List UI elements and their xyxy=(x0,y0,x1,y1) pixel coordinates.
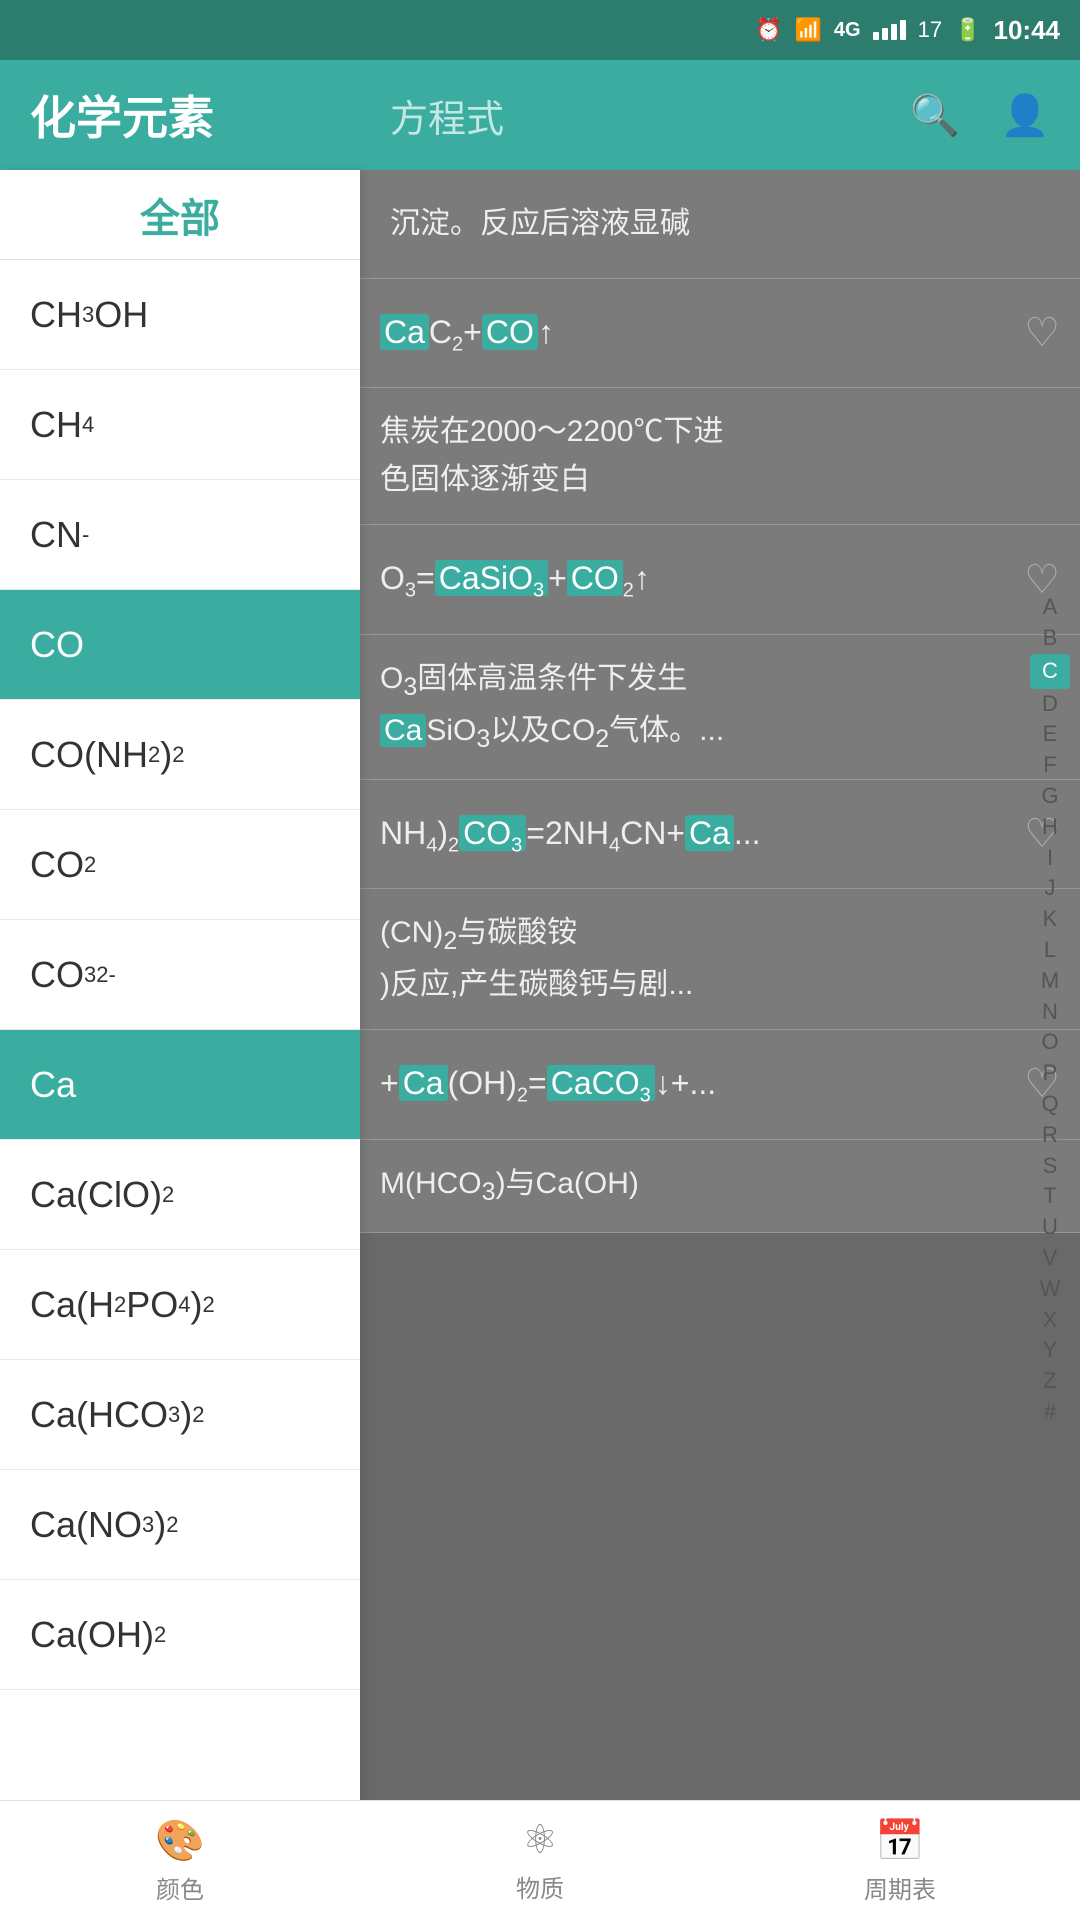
element-co[interactable]: CO xyxy=(0,590,360,700)
highlight-casio3: CaSiO3 xyxy=(435,560,548,596)
alpha-E[interactable]: E xyxy=(1030,719,1070,750)
content-card-3: 焦炭在2000～2200℃下进色固体逐渐变白 xyxy=(360,388,1080,525)
main-area: 全部 CH3OH CH4 CN- CO CO(NH2)2 CO2 CO3 xyxy=(0,170,1080,1850)
content-card-2: CaC2+CO↑ ♡ xyxy=(360,279,1080,388)
highlight-co: CO xyxy=(482,314,538,350)
alpha-P[interactable]: P xyxy=(1030,1058,1070,1089)
formula-2: CaC2+CO↑ xyxy=(380,304,1010,362)
element-ca-clo-2[interactable]: Ca(ClO)2 xyxy=(0,1140,360,1250)
alpha-H[interactable]: H xyxy=(1030,812,1070,843)
content-card-1: 沉淀。反应后溶液显碱 xyxy=(360,170,1080,279)
element-ca-oh-2[interactable]: Ca(OH)2 xyxy=(0,1580,360,1690)
status-time: 10:44 xyxy=(994,15,1061,46)
element-sidebar: 全部 CH3OH CH4 CN- CO CO(NH2)2 CO2 CO3 xyxy=(0,170,360,1850)
element-ca-h2po4-2[interactable]: Ca(H2PO4)2 xyxy=(0,1250,360,1360)
nav-periodic-label: 周期表 xyxy=(864,1870,936,1905)
alpha-O[interactable]: O xyxy=(1030,1027,1070,1058)
content-card-5: O3固体高温条件下发生CaSiO3以及CO2气体。... xyxy=(360,635,1080,780)
content-card-7: (CN)2与碳酸铵)反应,产生碳酸钙与剧... xyxy=(360,889,1080,1030)
formula-6: NH4)2CO3=2NH4CN+Ca... xyxy=(380,805,1010,863)
element-ca[interactable]: Ca xyxy=(0,1030,360,1140)
alpha-L[interactable]: L xyxy=(1030,935,1070,966)
element-ca-no3-2[interactable]: Ca(NO3)2 xyxy=(0,1470,360,1580)
card-text-9: M(HCO3)与Ca(OH) xyxy=(380,1160,1060,1212)
nav-color[interactable]: 🎨 颜色 xyxy=(0,1801,360,1920)
alpha-F[interactable]: F xyxy=(1030,750,1070,781)
element-list: CH3OH CH4 CN- CO CO(NH2)2 CO2 CO32- Ca xyxy=(0,260,360,1690)
content-card-8: +Ca(OH)2=CaCO3↓+... ♡ xyxy=(360,1030,1080,1139)
alpha-hash[interactable]: # xyxy=(1030,1397,1070,1428)
element-ca-hco3-2[interactable]: Ca(HCO3)2 xyxy=(0,1360,360,1470)
alpha-Q[interactable]: Q xyxy=(1030,1089,1070,1120)
alpha-K[interactable]: K xyxy=(1030,904,1070,935)
app-title: 化学元素 xyxy=(30,82,390,148)
header: 化学元素 方程式 🔍 👤 xyxy=(0,60,1080,170)
alpha-M[interactable]: M xyxy=(1030,966,1070,997)
element-co3-2-[interactable]: CO32- xyxy=(0,920,360,1030)
element-cn-[interactable]: CN- xyxy=(0,480,360,590)
highlight-co3: CO3 xyxy=(459,815,526,851)
right-content: 沉淀。反应后溶液显碱 CaC2+CO↑ ♡ 焦炭在2000～2200℃下进色固体… xyxy=(360,170,1080,1850)
status-bar: ⏰ 📶 4G 17 🔋 10:44 xyxy=(0,0,1080,60)
alpha-R[interactable]: R xyxy=(1030,1120,1070,1151)
battery-icon: 🔋 xyxy=(954,17,981,43)
alpha-Z[interactable]: Z xyxy=(1030,1366,1070,1397)
content-card-6: NH4)2CO3=2NH4CN+Ca... ♡ xyxy=(360,780,1080,889)
card-text-3: 焦炭在2000～2200℃下进色固体逐渐变白 xyxy=(380,408,1060,504)
content-card-4: O3=CaSiO3+CO2↑ ♡ xyxy=(360,525,1080,634)
alpha-C[interactable]: C xyxy=(1030,654,1070,689)
alpha-Y[interactable]: Y xyxy=(1030,1335,1070,1366)
wifi-icon: 📶 xyxy=(795,17,822,43)
atom-icon: ⚛ xyxy=(522,1817,558,1863)
bottom-navigation: 🎨 颜色 ⚛ 物质 📅 周期表 xyxy=(0,1800,1080,1920)
element-co2[interactable]: CO2 xyxy=(0,810,360,920)
highlight-ca-2: Ca xyxy=(685,815,734,851)
header-subtitle: 方程式 xyxy=(390,88,910,143)
card-text-1: 沉淀。反应后溶液显碱 xyxy=(390,200,1050,248)
alpha-G[interactable]: G xyxy=(1030,781,1070,812)
content-card-9: M(HCO3)与Ca(OH) xyxy=(360,1140,1080,1233)
alpha-S[interactable]: S xyxy=(1030,1151,1070,1182)
content-overlay: 沉淀。反应后溶液显碱 CaC2+CO↑ ♡ 焦炭在2000～2200℃下进色固体… xyxy=(360,170,1080,1850)
alpha-B[interactable]: B xyxy=(1030,623,1070,654)
battery-label: 17 xyxy=(918,17,942,43)
color-palette-icon: 🎨 xyxy=(155,1817,205,1864)
alpha-D[interactable]: D xyxy=(1030,689,1070,720)
alpha-W[interactable]: W xyxy=(1030,1274,1070,1305)
nav-substance[interactable]: ⚛ 物质 xyxy=(360,1801,720,1920)
alpha-V[interactable]: V xyxy=(1030,1243,1070,1274)
alpha-X[interactable]: X xyxy=(1030,1305,1070,1336)
alpha-T[interactable]: T xyxy=(1030,1181,1070,1212)
card-text-7: (CN)2与碳酸铵)反应,产生碳酸钙与剧... xyxy=(380,909,1060,1009)
alpha-N[interactable]: N xyxy=(1030,997,1070,1028)
card-text-5: O3固体高温条件下发生CaSiO3以及CO2气体。... xyxy=(380,655,1060,759)
sidebar-header[interactable]: 全部 xyxy=(0,170,360,260)
header-icons: 🔍 👤 xyxy=(910,92,1050,139)
highlight-co2: CO xyxy=(567,560,623,596)
formula-4: O3=CaSiO3+CO2↑ xyxy=(380,550,1010,608)
all-filter-label: 全部 xyxy=(140,186,220,244)
nav-substance-label: 物质 xyxy=(516,1869,564,1904)
highlight-cac2: Ca xyxy=(380,314,429,350)
alpha-A[interactable]: A xyxy=(1030,592,1070,623)
clock-icon: ⏰ xyxy=(755,17,782,43)
periodic-table-icon: 📅 xyxy=(875,1817,925,1864)
nav-color-label: 颜色 xyxy=(156,1870,204,1905)
formula-8: +Ca(OH)2=CaCO3↓+... xyxy=(380,1055,1010,1113)
highlight-casio3-2: Ca xyxy=(380,714,426,747)
highlight-caco3: CaCO3 xyxy=(547,1065,655,1101)
element-ch4[interactable]: CH4 xyxy=(0,370,360,480)
alpha-I[interactable]: I xyxy=(1030,843,1070,874)
search-icon[interactable]: 🔍 xyxy=(910,92,960,139)
element-ch3oh[interactable]: CH3OH xyxy=(0,260,360,370)
user-icon[interactable]: 👤 xyxy=(1000,92,1050,139)
signal-4g-icon: 4G xyxy=(834,19,861,42)
alphabet-index[interactable]: A B C D E F G H I J K L M N O P Q R S T … xyxy=(1030,170,1070,1850)
signal-bars xyxy=(873,20,906,40)
alpha-U[interactable]: U xyxy=(1030,1212,1070,1243)
nav-periodic-table[interactable]: 📅 周期表 xyxy=(720,1801,1080,1920)
highlight-ca-3: Ca xyxy=(399,1065,448,1101)
element-co-nh2-2[interactable]: CO(NH2)2 xyxy=(0,700,360,810)
alpha-J[interactable]: J xyxy=(1030,873,1070,904)
